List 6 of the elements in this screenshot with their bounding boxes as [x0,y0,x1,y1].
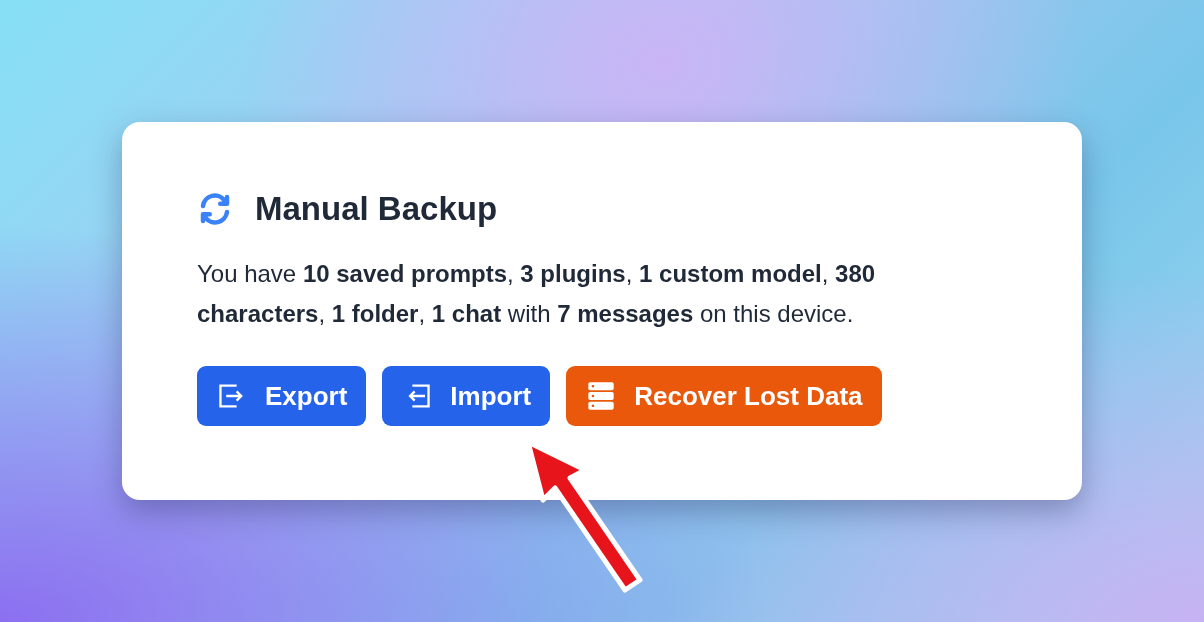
card-title: Manual Backup [255,190,498,228]
server-icon [586,381,617,411]
action-button[interactable]: Recover Lost Data [566,366,882,426]
backup-summary: You have 10 saved prompts, 3 plugins, 1 custom model, 380 characters, 1 folder, 1 chat with 7 messages on this device. [197,259,877,329]
action-button[interactable]: Export [197,366,367,426]
action-button[interactable]: Import [382,366,551,426]
